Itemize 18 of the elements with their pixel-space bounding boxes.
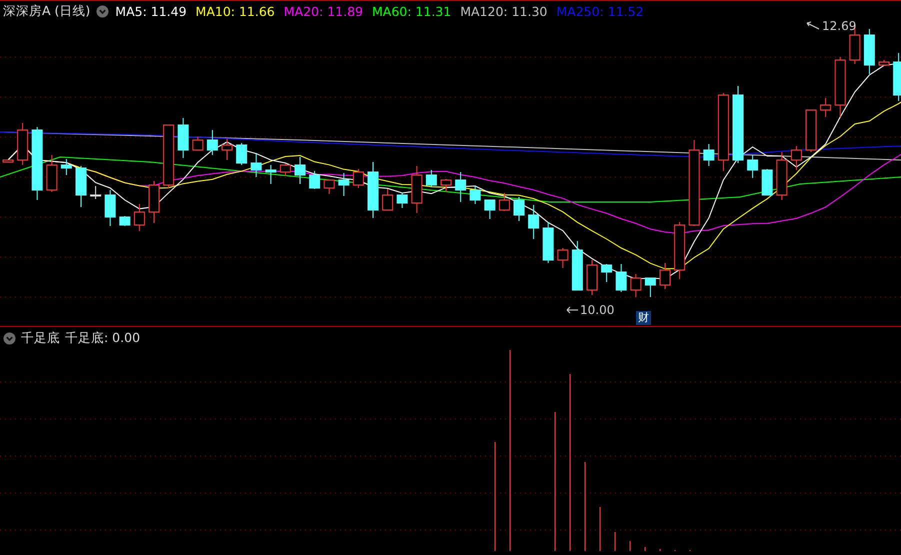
- moving-average-label: MA5: 11.49: [115, 4, 187, 19]
- collapse-icon[interactable]: [96, 5, 110, 18]
- stock-title: 深深房A (日线): [3, 3, 90, 20]
- high-price-label: 12.69: [822, 19, 856, 33]
- moving-average-label: MA120: 11.30: [460, 4, 548, 19]
- moving-average-label: MA20: 11.89: [284, 4, 363, 19]
- indicator-name: 千足底: [21, 330, 60, 347]
- indicator-bar: [644, 546, 646, 552]
- low-price-label: 10.00: [580, 303, 614, 317]
- arrow-icon: [806, 21, 820, 31]
- moving-average-label: MA250: 11.52: [556, 4, 644, 19]
- arrow-icon: [566, 306, 578, 314]
- moving-average-label: MA10: 11.66: [196, 4, 275, 19]
- moving-average-label: MA60: 11.31: [372, 4, 452, 19]
- indicator-reading: 千足底: 0.00: [65, 330, 140, 347]
- event-badge[interactable]: 财: [636, 311, 651, 325]
- collapse-icon[interactable]: [3, 332, 16, 345]
- indicator-bar: [614, 532, 616, 552]
